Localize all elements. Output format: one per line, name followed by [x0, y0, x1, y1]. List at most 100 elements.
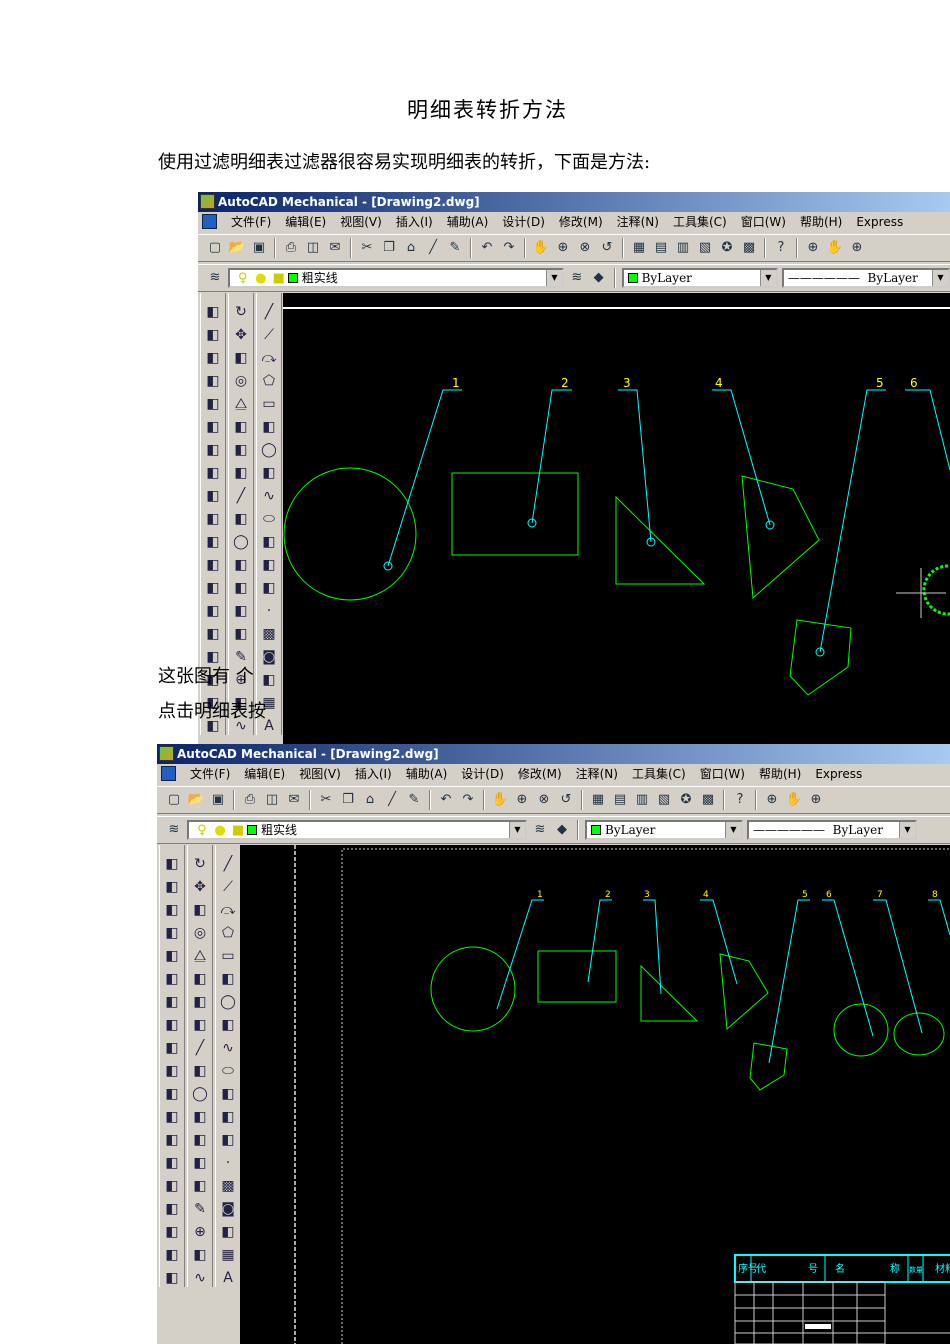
zoom2-icon[interactable]: ⊕	[807, 791, 825, 809]
mech-12-icon[interactable]: ◧	[204, 556, 222, 574]
stretch-icon[interactable]: ◧	[191, 970, 209, 988]
menu-item-0[interactable]: 文件(F)	[231, 212, 271, 232]
app-menu-icon[interactable]	[161, 766, 176, 781]
ellipse-arc-icon[interactable]: ◧	[219, 1085, 237, 1103]
zoom-realtime-icon[interactable]: ⊕	[513, 791, 531, 809]
menu-item-6[interactable]: 修改(M)	[518, 764, 562, 784]
mech-5-icon[interactable]: ◧	[204, 395, 222, 413]
brush-icon[interactable]: ✎	[405, 791, 423, 809]
mech-17-icon[interactable]: ◧	[163, 1223, 181, 1241]
linetype-dropdown[interactable]: —————— ByLayer ▼	[781, 268, 950, 288]
center-icon[interactable]: ◧	[191, 1246, 209, 1264]
mech-9-icon[interactable]: ◧	[204, 487, 222, 505]
zoom-previous-icon[interactable]: ↺	[598, 239, 616, 257]
help-icon[interactable]: ?	[772, 239, 790, 257]
circle-icon[interactable]: ◯	[232, 533, 250, 551]
chevron-down-icon[interactable]: ▼	[509, 822, 525, 838]
arc2-icon[interactable]: ◧	[260, 418, 278, 436]
region-icon[interactable]: ◧	[219, 1223, 237, 1241]
preview-icon[interactable]: ◫	[263, 791, 281, 809]
text-icon[interactable]: A	[219, 1269, 237, 1287]
revcloud-icon[interactable]: ◧	[260, 464, 278, 482]
chevron-down-icon[interactable]: ▼	[545, 270, 562, 286]
design-center-icon[interactable]: ▤	[611, 791, 629, 809]
chevron-down-icon[interactable]: ▼	[899, 822, 915, 838]
mech-2-icon[interactable]: ◧	[204, 326, 222, 344]
rectangle-icon[interactable]: ▭	[219, 947, 237, 965]
trim-icon[interactable]: ◧	[232, 441, 250, 459]
circle-icon[interactable]: ◯	[219, 993, 237, 1011]
sheet-set-icon[interactable]: ▧	[655, 791, 673, 809]
chevron-down-icon[interactable]: ▼	[932, 270, 948, 286]
zoom-window-icon[interactable]: ⊗	[576, 239, 594, 257]
mech-7-icon[interactable]: ◧	[163, 993, 181, 1011]
cut-icon[interactable]: ✂	[358, 239, 376, 257]
menu-item-3[interactable]: 插入(I)	[396, 212, 433, 232]
pan-icon[interactable]: ✋	[491, 791, 509, 809]
pan-icon[interactable]: ✋	[532, 239, 550, 257]
mech-4-icon[interactable]: ◧	[163, 924, 181, 942]
ellipse-icon[interactable]: ⬭	[260, 510, 278, 528]
copy-icon[interactable]: ❐	[380, 239, 398, 257]
mech-13-icon[interactable]: ◧	[163, 1131, 181, 1149]
cut-icon[interactable]: ✂	[317, 791, 335, 809]
hatch-icon[interactable]: ▩	[260, 625, 278, 643]
tool-palette-icon[interactable]: ▥	[633, 791, 651, 809]
chevron-down-icon[interactable]: ▼	[725, 822, 741, 838]
extend-icon[interactable]: ◧	[191, 1016, 209, 1034]
hatch-icon[interactable]: ▩	[219, 1177, 237, 1195]
move-icon[interactable]: ✥	[191, 878, 209, 896]
properties-icon[interactable]: ▦	[589, 791, 607, 809]
calculator-icon[interactable]: ▩	[740, 239, 758, 257]
mech-8-icon[interactable]: ◧	[204, 464, 222, 482]
layer-manager-icon[interactable]: ≋	[165, 821, 183, 839]
menu-item-9[interactable]: 窗口(W)	[700, 764, 745, 784]
preview-icon[interactable]: ◫	[304, 239, 322, 257]
mech-4-icon[interactable]: ◧	[204, 372, 222, 390]
array-icon[interactable]: ◧	[232, 579, 250, 597]
mirror-icon[interactable]: ⧋	[232, 395, 250, 413]
mech-19-icon[interactable]: ◧	[163, 1269, 181, 1287]
mech-3-icon[interactable]: ◧	[163, 901, 181, 919]
ray-icon[interactable]: ⟋	[219, 878, 237, 896]
paste-icon[interactable]: ⌂	[402, 239, 420, 257]
color-dropdown[interactable]: ByLayer ▼	[621, 268, 778, 288]
menu-item-3[interactable]: 插入(I)	[355, 764, 392, 784]
menu-item-2[interactable]: 视图(V)	[299, 764, 341, 784]
menu-item-1[interactable]: 编辑(E)	[285, 212, 326, 232]
new-icon[interactable]: ▢	[165, 791, 183, 809]
layer-previous-icon[interactable]: ◆	[553, 821, 571, 839]
zoom-realtime-icon[interactable]: ⊕	[554, 239, 572, 257]
mech-16-icon[interactable]: ◧	[163, 1200, 181, 1218]
menu-item-5[interactable]: 设计(D)	[461, 764, 504, 784]
layer-previous-icon[interactable]: ◆	[590, 269, 608, 287]
match-icon[interactable]: ╱	[424, 239, 442, 257]
make-current-icon[interactable]: ≋	[531, 821, 549, 839]
mech-14-icon[interactable]: ◧	[163, 1154, 181, 1172]
menu-item-9[interactable]: 窗口(W)	[741, 212, 786, 232]
block-icon[interactable]: ◧	[219, 1131, 237, 1149]
help-icon[interactable]: ?	[731, 791, 749, 809]
menu-item-1[interactable]: 编辑(E)	[244, 764, 285, 784]
menu-item-7[interactable]: 注释(N)	[617, 212, 659, 232]
rect-icon[interactable]: ◧	[232, 556, 250, 574]
copy-obj-icon[interactable]: ◧	[232, 349, 250, 367]
publish-icon[interactable]: ✉	[285, 791, 303, 809]
brush-icon[interactable]: ✎	[191, 1200, 209, 1218]
undo-icon[interactable]: ↶	[478, 239, 496, 257]
menu-item-2[interactable]: 视图(V)	[340, 212, 382, 232]
menu-item-7[interactable]: 注释(N)	[576, 764, 618, 784]
insert-icon[interactable]: ◧	[219, 1108, 237, 1126]
new-icon[interactable]: ▢	[206, 239, 224, 257]
markup-icon[interactable]: ✪	[718, 239, 736, 257]
table-icon[interactable]: ▦	[219, 1246, 237, 1264]
ray-icon[interactable]: ⟋	[260, 326, 278, 344]
ellipse-arc-icon[interactable]: ◧	[260, 533, 278, 551]
copy-icon[interactable]: ❐	[339, 791, 357, 809]
menu-item-11[interactable]: Express	[815, 764, 862, 784]
design-center-icon[interactable]: ▤	[652, 239, 670, 257]
open-icon[interactable]: 📂	[187, 791, 205, 809]
mech-1-icon[interactable]: ◧	[204, 303, 222, 321]
line-icon[interactable]: ╱	[191, 1039, 209, 1057]
undo-icon[interactable]: ↶	[437, 791, 455, 809]
